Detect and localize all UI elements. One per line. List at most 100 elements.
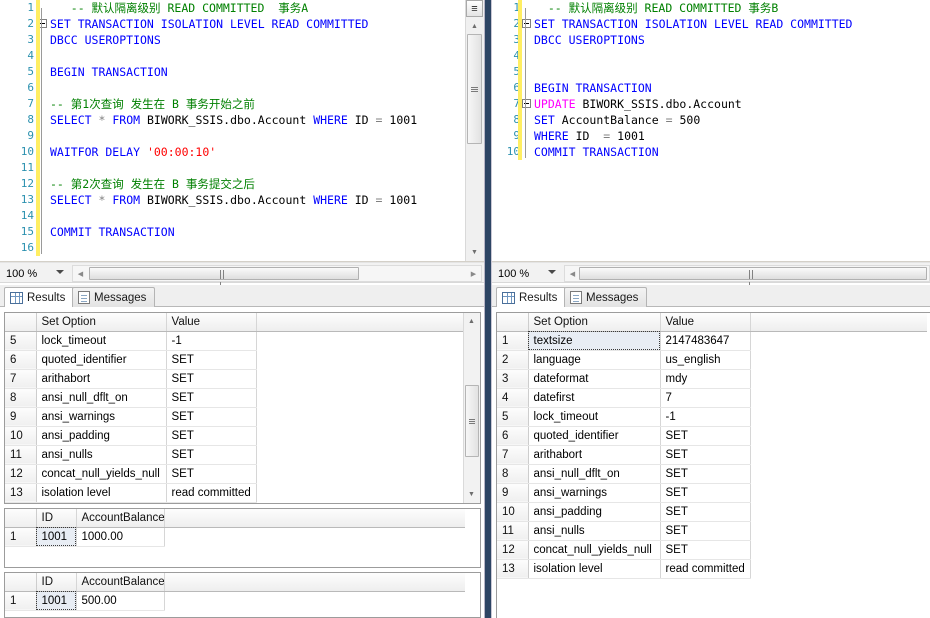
table-row[interactable]: 5lock_timeout-1 <box>5 331 463 350</box>
table-row[interactable]: 8ansi_null_dflt_onSET <box>497 464 927 483</box>
left-result-grid-useroptions[interactable]: Set OptionValue5lock_timeout-16quoted_id… <box>4 312 481 504</box>
table-row[interactable]: 9ansi_warningsSET <box>5 407 463 426</box>
code-line[interactable]: 11 <box>0 160 465 176</box>
table-cell[interactable]: SET <box>660 426 750 445</box>
table-row[interactable]: 10ansi_paddingSET <box>497 502 927 521</box>
table-cell[interactable]: SET <box>166 350 256 369</box>
code-line[interactable]: 6 <box>0 80 465 96</box>
left-result-grid-account-after[interactable]: IDAccountBalance11001500.00 <box>4 572 481 618</box>
column-header[interactable]: Set Option <box>528 313 660 331</box>
left-code-editor[interactable]: 1 -- 默认隔离级别 READ COMMITTED 事务A2SET TRANS… <box>0 0 484 262</box>
scroll-left-arrow-icon[interactable]: ◀ <box>73 266 88 281</box>
right-zoom-dropdown[interactable]: 100 % <box>494 265 560 282</box>
table-cell[interactable]: us_english <box>660 350 750 369</box>
left-editor-scroll-thumb[interactable] <box>467 34 482 144</box>
code-line[interactable]: 3DBCC USEROPTIONS <box>0 32 465 48</box>
table-cell[interactable]: 7 <box>660 388 750 407</box>
right-editor-horizontal-scrollbar[interactable]: ◀ <box>564 265 930 282</box>
code-line[interactable]: 14 <box>0 208 465 224</box>
column-header[interactable]: AccountBalance <box>76 509 164 527</box>
table-cell[interactable]: SET <box>660 464 750 483</box>
right-results-tabstrip[interactable]: ResultsMessages <box>492 285 930 307</box>
table-row[interactable]: 8ansi_null_dflt_onSET <box>5 388 463 407</box>
code-line[interactable]: 9 <box>0 128 465 144</box>
table-row[interactable]: 10ansi_paddingSET <box>5 426 463 445</box>
column-header[interactable] <box>5 509 36 527</box>
table-cell[interactable]: 2147483647 <box>660 331 750 350</box>
left-result-grid-account-before[interactable]: IDAccountBalance110011000.00 <box>4 508 481 568</box>
left-results-tabstrip[interactable]: ResultsMessages <box>0 285 484 307</box>
table-row[interactable]: 2languageus_english <box>497 350 927 369</box>
table-cell[interactable]: ansi_null_dflt_on <box>528 464 660 483</box>
code-line[interactable]: 1 -- 默认隔离级别 READ COMMITTED 事务A <box>0 0 465 16</box>
scroll-down-arrow-icon[interactable]: ▼ <box>463 487 480 502</box>
table-cell[interactable]: lock_timeout <box>36 331 166 350</box>
code-line[interactable]: 1 -- 默认隔离级别 READ COMMITTED 事务B <box>492 0 930 16</box>
table-cell[interactable]: concat_null_yields_null <box>36 464 166 483</box>
code-line[interactable]: 8SET AccountBalance = 500 <box>492 112 930 128</box>
scroll-down-arrow-icon[interactable]: ▼ <box>466 245 483 260</box>
table-cell[interactable]: SET <box>166 388 256 407</box>
table-cell[interactable]: lock_timeout <box>528 407 660 426</box>
right-code-editor[interactable]: 1 -- 默认隔离级别 READ COMMITTED 事务B2SET TRANS… <box>492 0 930 262</box>
table-cell[interactable]: isolation level <box>528 559 660 578</box>
code-line[interactable]: 10COMMIT TRANSACTION <box>492 144 930 160</box>
table-cell[interactable]: -1 <box>166 331 256 350</box>
column-header[interactable]: AccountBalance <box>76 573 164 591</box>
table-row[interactable]: 6quoted_identifierSET <box>497 426 927 445</box>
table-cell[interactable]: SET <box>660 483 750 502</box>
table-cell[interactable]: 1001 <box>36 591 76 610</box>
right-tab-messages[interactable]: Messages <box>564 287 647 307</box>
table-row[interactable]: 7arithabortSET <box>497 445 927 464</box>
table-cell[interactable]: concat_null_yields_null <box>528 540 660 559</box>
table-cell[interactable]: quoted_identifier <box>36 350 166 369</box>
table-row[interactable]: 6quoted_identifierSET <box>5 350 463 369</box>
table-row[interactable]: 11ansi_nullsSET <box>497 521 927 540</box>
table-row[interactable]: 9ansi_warningsSET <box>497 483 927 502</box>
table-row[interactable]: 5lock_timeout-1 <box>497 407 927 426</box>
column-header[interactable] <box>5 313 36 331</box>
code-line[interactable]: 7-- 第1次查询 发生在 B 事务开始之前 <box>0 96 465 112</box>
table-cell[interactable]: datefirst <box>528 388 660 407</box>
column-header[interactable]: ID <box>36 573 76 591</box>
table-cell[interactable]: 1001 <box>36 527 76 546</box>
table-cell[interactable]: ansi_warnings <box>528 483 660 502</box>
code-line[interactable]: 4 <box>0 48 465 64</box>
right-result-grid-useroptions[interactable]: Set OptionValue1textsize21474836472langu… <box>496 312 930 618</box>
code-line[interactable]: 4 <box>492 48 930 64</box>
table-cell[interactable]: SET <box>166 369 256 388</box>
table-cell[interactable]: dateformat <box>528 369 660 388</box>
table-cell[interactable]: ansi_null_dflt_on <box>36 388 166 407</box>
table-row[interactable]: 13isolation levelread committed <box>5 483 463 502</box>
table-cell[interactable]: SET <box>166 464 256 483</box>
code-line[interactable]: 2SET TRANSACTION ISOLATION LEVEL READ CO… <box>0 16 465 32</box>
table-cell[interactable]: SET <box>166 426 256 445</box>
table-row[interactable]: 12concat_null_yields_nullSET <box>497 540 927 559</box>
table-cell[interactable]: read committed <box>660 559 750 578</box>
table-cell[interactable]: ansi_warnings <box>36 407 166 426</box>
left-tab-results[interactable]: Results <box>4 287 74 307</box>
code-line[interactable]: 5 <box>492 64 930 80</box>
code-line[interactable]: 13SELECT * FROM BIWORK_SSIS.dbo.Account … <box>0 192 465 208</box>
code-line[interactable]: 2SET TRANSACTION ISOLATION LEVEL READ CO… <box>492 16 930 32</box>
table-cell[interactable]: read committed <box>166 483 256 502</box>
table-row[interactable]: 3dateformatmdy <box>497 369 927 388</box>
column-header[interactable] <box>497 313 528 331</box>
table-row[interactable]: 11001500.00 <box>5 591 465 610</box>
left-tab-messages[interactable]: Messages <box>72 287 155 307</box>
scroll-up-arrow-icon[interactable]: ▲ <box>463 314 480 329</box>
scroll-right-arrow-icon[interactable]: ▶ <box>466 266 481 281</box>
table-cell[interactable]: language <box>528 350 660 369</box>
column-header[interactable]: Value <box>660 313 750 331</box>
table-row[interactable]: 110011000.00 <box>5 527 465 546</box>
left-grid1-scroll-thumb[interactable] <box>465 385 479 457</box>
table-cell[interactable]: SET <box>660 521 750 540</box>
table-row[interactable]: 7arithabortSET <box>5 369 463 388</box>
fold-collapse-icon[interactable] <box>522 16 532 32</box>
scroll-left-arrow-icon[interactable]: ◀ <box>565 266 580 281</box>
table-cell[interactable]: 500.00 <box>76 591 164 610</box>
column-header[interactable]: Value <box>166 313 256 331</box>
table-row[interactable]: 1textsize2147483647 <box>497 331 927 350</box>
table-cell[interactable]: -1 <box>660 407 750 426</box>
right-code-area[interactable]: 1 -- 默认隔离级别 READ COMMITTED 事务B2SET TRANS… <box>492 0 930 261</box>
